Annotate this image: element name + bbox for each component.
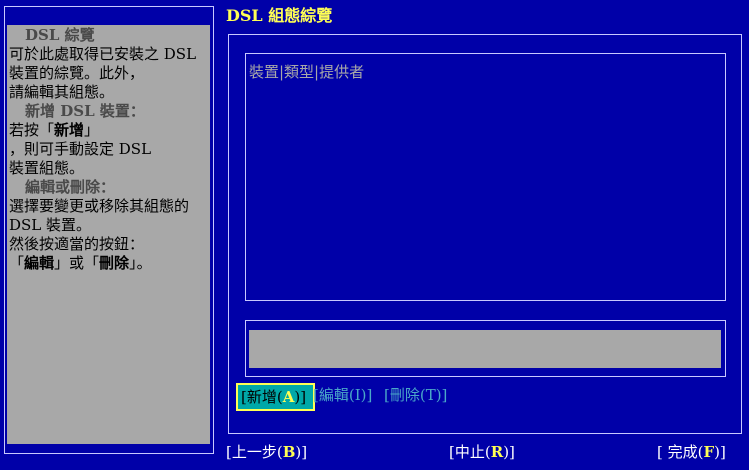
page-title: DSL 組態綜覽 — [226, 6, 333, 25]
help-line: 裝置組態。 — [9, 159, 85, 177]
edit-button[interactable]: [編輯(I)] — [313, 386, 372, 405]
help-bold-add: 新增 — [54, 121, 85, 139]
back-button[interactable]: [上一步(B)] — [226, 443, 307, 462]
help-line: DSL 裝置。 — [9, 216, 92, 234]
finish-button-label: [ 完成( — [657, 443, 704, 461]
abort-button-label: [中止( — [449, 443, 491, 461]
abort-button-label-end: )] — [503, 443, 515, 461]
help-line: 可於此處取得已安裝之 DSL — [9, 45, 197, 63]
help-line: 選擇要變更或移除其組態的 — [9, 197, 190, 215]
help-line: 請編輯其組態。 — [9, 83, 115, 101]
help-heading-overview: DSL 綜覽 — [25, 26, 95, 44]
help-line: 裝置的綜覽。此外， — [9, 64, 145, 82]
help-line: 」或「 — [54, 254, 100, 272]
device-table-header: 裝置|類型|提供者 — [249, 63, 365, 81]
add-button-label: [新增( — [241, 388, 283, 406]
help-line: 」 — [84, 121, 100, 139]
help-line: 若按「 — [9, 121, 55, 139]
help-heading-add: 新增 DSL 裝置： — [25, 102, 145, 120]
delete-button[interactable]: [刪除(T)] — [384, 386, 447, 405]
details-area — [249, 330, 721, 368]
help-line: 然後按適當的按鈕： — [9, 235, 145, 253]
back-button-label-end: )] — [295, 443, 308, 461]
add-hotkey: A — [282, 388, 295, 406]
back-button-label: [上一步( — [226, 443, 283, 461]
finish-hotkey: F — [703, 443, 715, 461]
help-bold-edit: 編輯 — [24, 254, 55, 272]
finish-button-label-end: )] — [714, 443, 726, 461]
finish-button[interactable]: [ 完成(F)] — [657, 443, 726, 462]
device-table[interactable] — [245, 53, 726, 301]
add-button-label-end: )] — [294, 388, 307, 406]
back-hotkey: B — [282, 443, 296, 461]
help-line: ，則可手動設定 DSL — [9, 140, 152, 158]
help-heading-edit-delete: 編輯或刪除： — [25, 178, 116, 196]
help-line: 「 — [9, 254, 25, 272]
help-bold-delete: 刪除 — [99, 254, 130, 272]
abort-hotkey: R — [490, 443, 504, 461]
abort-button[interactable]: [中止(R)] — [449, 443, 515, 462]
help-line: 」。 — [129, 254, 152, 272]
help-text: DSL 綜覽 可於此處取得已安裝之 DSL 裝置的綜覽。此外， 請編輯其組態。 … — [9, 26, 210, 273]
add-button[interactable]: [新增(A)] — [236, 383, 315, 411]
